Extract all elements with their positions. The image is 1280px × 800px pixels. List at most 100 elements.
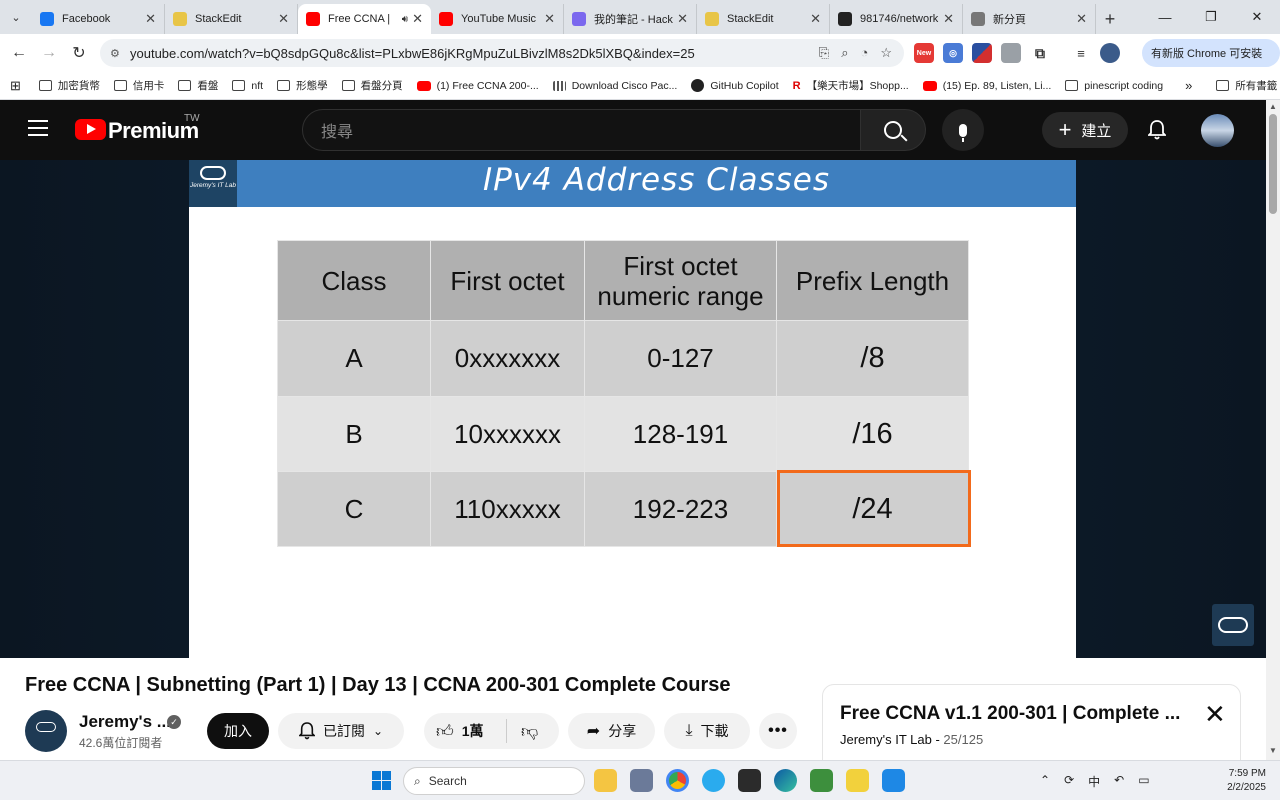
profile-icon[interactable] [1100, 43, 1120, 63]
close-window-button[interactable]: ✕ [1234, 0, 1280, 34]
audio-playing-icon[interactable]: 🔊︎ [402, 14, 408, 25]
browser-tab[interactable]: Facebook ✕ [32, 4, 165, 34]
browser-tab[interactable]: Free CCNA | 🔊︎ ✕ [298, 4, 431, 34]
channel-avatar[interactable] [25, 710, 67, 752]
reload-button[interactable]: ↻ [64, 43, 94, 63]
bookmark-item[interactable]: 看盤 [178, 78, 218, 93]
menu-icon[interactable] [28, 120, 48, 136]
youtube-logo-icon[interactable] [75, 119, 106, 140]
bookmark-star-icon[interactable]: ☆ [880, 45, 892, 61]
bookmark-item[interactable]: (1) Free CCNA 200-... [416, 80, 539, 92]
close-tab-icon[interactable]: ✕ [412, 11, 423, 27]
playlist-title[interactable]: Free CCNA v1.1 200-301 | Complete ... [840, 703, 1180, 725]
taskbar-search[interactable]: ⌕ Search [403, 767, 585, 795]
page-scrollbar[interactable]: ▲ ▼ [1266, 100, 1280, 760]
bookmark-item[interactable]: (15) Ep. 89, Listen, Li... [922, 80, 1051, 92]
bookmark-item[interactable]: 看盤分頁 [341, 78, 403, 93]
stickies-icon[interactable] [846, 769, 869, 792]
search-input[interactable]: 搜尋 [302, 109, 862, 151]
all-bookmarks-folder[interactable]: 所有書籤 [1216, 78, 1277, 93]
file-explorer-icon[interactable] [594, 769, 617, 792]
create-button[interactable]: + 建立 [1042, 112, 1128, 148]
windows-start-icon[interactable] [372, 771, 391, 790]
zoom-icon[interactable]: ⌕ [841, 45, 848, 61]
browser-tab[interactable]: 981746/network ✕ [830, 4, 963, 34]
table-header-cell: First octet numeric range [584, 240, 777, 321]
edge-icon[interactable] [774, 769, 797, 792]
new-tab-button[interactable]: + [1096, 4, 1124, 34]
bookmark-item[interactable]: 加密貨幣 [38, 78, 100, 93]
telegram-icon[interactable] [702, 769, 725, 792]
bookmark-item[interactable]: nft [232, 80, 263, 92]
forward-button[interactable]: → [34, 44, 64, 62]
account-avatar[interactable] [1201, 114, 1234, 147]
close-tab-icon[interactable]: ✕ [810, 11, 821, 27]
scrollbar-thumb[interactable] [1269, 114, 1277, 214]
subscribed-button[interactable]: 已訂閱 ⌄ [278, 713, 404, 749]
browser-tab[interactable]: 新分頁 ✕ [963, 4, 1096, 34]
download-button[interactable]: ⤓ 下載 [664, 713, 750, 749]
bookmark-item[interactable]: R 【樂天市場】Shopp... [793, 78, 909, 93]
close-tab-icon[interactable]: ✕ [1076, 11, 1087, 27]
close-icon[interactable]: ✕ [1204, 699, 1226, 730]
install-app-icon[interactable]: ⎘ [819, 45, 829, 61]
restore-button[interactable]: ❐ [1188, 0, 1234, 34]
video-player[interactable]: Jeremy's IT Lab IPv4 Address Classes Cla… [0, 160, 1266, 658]
app-icon[interactable] [810, 769, 833, 792]
tab-title: Facebook [62, 13, 111, 25]
bookmark-item[interactable]: 形態學 [277, 78, 328, 93]
terminal-icon[interactable] [738, 769, 761, 792]
notifications-bell-icon[interactable] [1148, 120, 1166, 140]
tab-search-button[interactable]: ⌄ [0, 0, 32, 34]
bookmark-item[interactable]: Download Cisco Pac... [552, 80, 677, 92]
notepad-icon[interactable] [882, 769, 905, 792]
browser-tab[interactable]: 我的筆記 - Hack ✕ [564, 4, 697, 34]
bookmark-item[interactable]: 信用卡 [113, 78, 164, 93]
chrome-icon[interactable] [666, 769, 689, 792]
media-controls-icon[interactable]: ≡ [1071, 43, 1091, 63]
share-button[interactable]: ➦ 分享 [568, 713, 655, 749]
app-icon[interactable] [630, 769, 653, 792]
extension-icon[interactable] [972, 43, 992, 63]
address-bar[interactable]: ⚙ youtube.com/watch?v=bQ8sdpGQu8c&list=P… [100, 39, 904, 67]
performance-icon[interactable]: ◔ [860, 45, 868, 61]
sync-icon[interactable]: ⟳ [1064, 773, 1074, 790]
site-info-icon[interactable]: ⚙ [110, 47, 130, 60]
channel-name[interactable]: Jeremy's ... [79, 712, 171, 732]
apps-grid-icon[interactable]: ⊞ [10, 78, 21, 94]
extension-icon[interactable] [1001, 43, 1021, 63]
chevron-up-icon[interactable]: ⌃ [1040, 773, 1050, 790]
browser-tab[interactable]: YouTube Music ✕ [431, 4, 564, 34]
playlist-channel[interactable]: Jeremy's IT Lab [840, 732, 932, 747]
bookmarks-overflow-button[interactable]: » [1185, 78, 1192, 93]
close-tab-icon[interactable]: ✕ [278, 11, 289, 27]
ime-indicator[interactable]: 中 [1088, 773, 1100, 790]
extensions-puzzle-icon[interactable]: ⧉ [1030, 43, 1050, 63]
browser-tab[interactable]: StackEdit ✕ [697, 4, 830, 34]
close-tab-icon[interactable]: ✕ [145, 11, 156, 27]
close-tab-icon[interactable]: ✕ [943, 11, 954, 27]
dislike-icon[interactable]: 👎︎ [521, 721, 538, 742]
network-icon[interactable]: ▭ [1138, 773, 1149, 790]
join-button[interactable]: 加入 [207, 713, 269, 749]
bookmark-item[interactable]: GitHub Copilot [691, 79, 779, 92]
bookmark-item[interactable]: pinescript coding [1065, 80, 1163, 92]
chrome-update-button[interactable]: 有新版 Chrome 可安裝 [1142, 39, 1280, 67]
extension-icon[interactable]: ◎ [943, 43, 963, 63]
browser-tab[interactable]: StackEdit ✕ [165, 4, 298, 34]
search-button[interactable] [860, 109, 926, 151]
scroll-up-icon[interactable]: ▲ [1269, 102, 1277, 111]
close-tab-icon[interactable]: ✕ [677, 11, 688, 27]
more-actions-button[interactable]: ••• [759, 713, 797, 749]
minimize-button[interactable]: — [1142, 0, 1188, 34]
scroll-down-icon[interactable]: ▼ [1269, 746, 1277, 755]
close-tab-icon[interactable]: ✕ [544, 11, 555, 27]
back-button[interactable]: ← [4, 44, 34, 62]
voice-search-button[interactable] [942, 109, 984, 151]
folder-icon [113, 80, 127, 91]
undo-icon[interactable]: ↶ [1114, 773, 1124, 790]
new-extension-icon[interactable]: New [914, 43, 934, 63]
like-button[interactable]: 👍︎ 1萬 👎︎ [424, 713, 559, 749]
taskbar-clock[interactable]: 7:59 PM 2/2/2025 [1216, 767, 1266, 795]
channel-watermark[interactable] [1212, 604, 1254, 646]
